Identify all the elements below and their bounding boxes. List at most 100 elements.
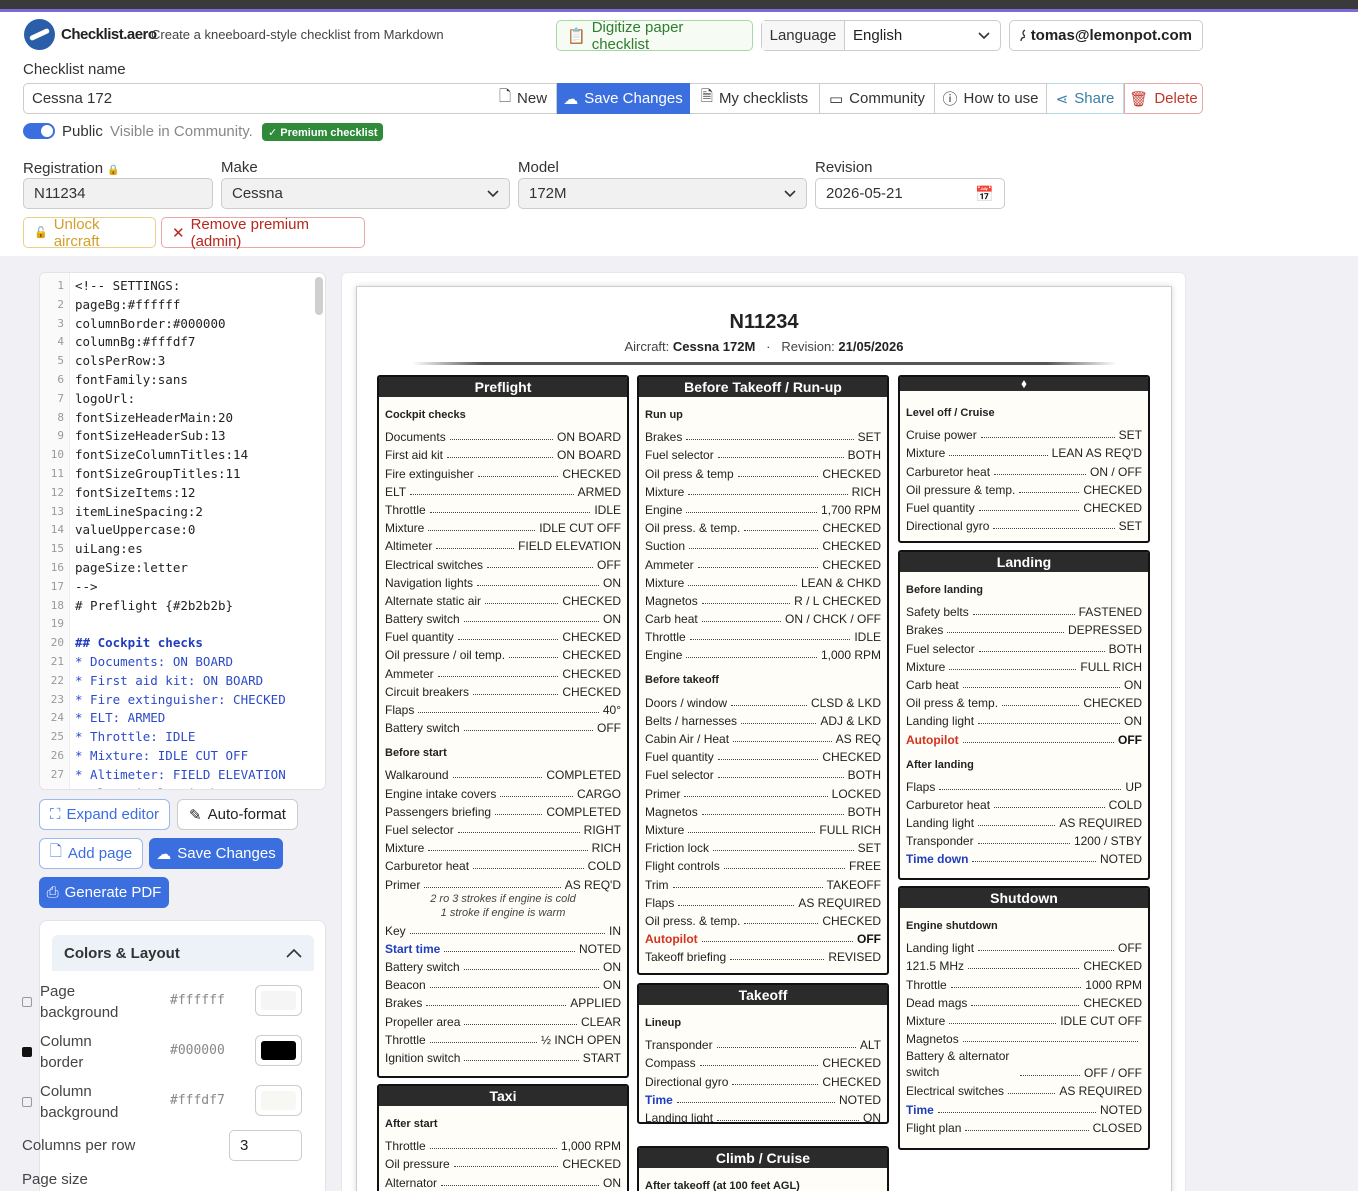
code-text: fontSizeHeaderSub:13: [75, 428, 226, 444]
checklist-item: Throttle ½ INCH OPEN: [379, 1029, 627, 1047]
brand-name: Checklist.aero: [61, 26, 157, 43]
editor-line[interactable]: 2 pageBg:#ffffff: [40, 295, 320, 314]
auto-format-button[interactable]: ✎ Auto-format: [177, 799, 298, 830]
item-value: OFF: [1118, 941, 1142, 956]
save-changes-button[interactable]: ☁ Save Changes: [557, 83, 690, 114]
editor-line[interactable]: 6 fontFamily:sans: [40, 370, 320, 389]
border-swatch[interactable]: [255, 1035, 302, 1066]
editor-line[interactable]: 3 columnBorder:#000000: [40, 314, 320, 333]
code-text: logoUrl:: [75, 390, 136, 406]
checklist-item: Documents ON BOARD: [379, 426, 627, 444]
checklist-item: Throttle IDLE: [639, 626, 887, 644]
editor-line[interactable]: 10 fontSizeColumnTitles:14: [40, 445, 320, 464]
item-value: LEAN AS REQ'D: [1051, 446, 1142, 461]
registration-input[interactable]: N11234: [23, 178, 213, 209]
generate-pdf-button[interactable]: ⎙ Generate PDF: [39, 877, 169, 908]
colors-layout-header[interactable]: Colors & Layout: [52, 935, 314, 971]
group-title: Run up: [645, 409, 683, 421]
unlock-aircraft-button[interactable]: 🔓 Unlock aircraft: [23, 216, 156, 250]
col-bg-swatch[interactable]: [255, 1085, 302, 1116]
item-label: Mixture: [906, 1013, 946, 1028]
editor-line[interactable]: 8 fontSizeHeaderMain:20: [40, 408, 320, 427]
revision-date-input[interactable]: 2026-05-21 📅: [815, 178, 1005, 209]
chevron-down-icon: [784, 189, 796, 197]
editor-line[interactable]: 24 * ELT: ARMED: [40, 708, 320, 727]
item-value: AS REQUIRED: [798, 895, 881, 910]
editor-line[interactable]: 18 # Preflight {#2b2b2b}: [40, 596, 320, 615]
markdown-editor[interactable]: 1 <!-- SETTINGS: 2 pageBg:#ffffff 3 columnBor…: [39, 272, 326, 790]
editor-line[interactable]: 17 -->: [40, 577, 320, 596]
code-text: ## Cockpit checks: [75, 635, 203, 651]
dotted-leader: [949, 455, 1048, 457]
make-select[interactable]: Cessna: [221, 178, 510, 209]
public-toggle[interactable]: [23, 123, 55, 139]
border-checkbox[interactable]: [22, 1047, 32, 1057]
colors-layout-title: Colors & Layout: [64, 944, 180, 962]
item-label: Mixture: [906, 446, 946, 461]
line-number: 8: [57, 410, 64, 424]
editor-line[interactable]: 16 pageSize:letter: [40, 558, 320, 577]
page-bg-swatch[interactable]: [255, 985, 302, 1016]
line-number: 20: [50, 636, 64, 650]
line-number: 13: [50, 504, 64, 518]
user-menu-button[interactable]: tomas@lemonpot.com: [1009, 20, 1203, 51]
brand-logo[interactable]: Checklist.aero: [24, 19, 157, 50]
model-select[interactable]: 172M: [518, 178, 807, 209]
dotted-leader: [732, 1083, 819, 1085]
code-text: * Throttle: IDLE: [75, 729, 196, 745]
language-select[interactable]: Language English: [761, 20, 1001, 51]
checklist-item: Oil press & temp CHECKED: [639, 462, 887, 481]
page-bg-checkbox[interactable]: [22, 997, 32, 1007]
item-value: CLOSED: [1092, 1120, 1142, 1135]
item-label: Carburetor heat: [385, 859, 470, 874]
checklist-name-input[interactable]: Cessna 172: [23, 83, 490, 114]
editor-line[interactable]: 27 * Altimeter: FIELD ELEVATION: [40, 765, 320, 784]
editor-line[interactable]: 12 fontSizeItems:12: [40, 483, 320, 502]
editor-line[interactable]: 13 itemLineSpacing:2: [40, 502, 320, 521]
editor-line[interactable]: 14 valueUppercase:0: [40, 520, 320, 539]
editor-line[interactable]: 20 ## Cockpit checks: [40, 633, 320, 652]
add-page-button[interactable]: 🗋 Add page: [39, 838, 143, 869]
editor-line[interactable]: 1 <!-- SETTINGS:: [40, 276, 320, 295]
checklist-item: Directional gyro CHECKED: [639, 1070, 887, 1089]
lock-icon: 🔒: [107, 165, 120, 176]
doc-revision-label: Revision:: [781, 339, 835, 354]
expand-editor-button[interactable]: ⛶ Expand editor: [39, 799, 170, 830]
dotted-leader: [688, 493, 848, 495]
digitize-button[interactable]: 📋 Digitize paper checklist: [556, 19, 753, 53]
item-value: 1,000 RPM: [560, 1139, 621, 1154]
checklist-item: Oil press & temp. CHECKED: [900, 692, 1148, 710]
community-button[interactable]: ▭ Community: [820, 83, 935, 114]
checklist-item: Dead mags CHECKED: [900, 992, 1148, 1010]
share-button[interactable]: ⋖ Share: [1047, 83, 1124, 114]
col-bg-checkbox[interactable]: [22, 1097, 32, 1107]
editor-line[interactable]: 5 colsPerRow:3: [40, 351, 320, 370]
item-value: CHECKED: [822, 750, 881, 765]
cols-per-row-input[interactable]: 3: [229, 1130, 302, 1161]
editor-line[interactable]: 25 * Throttle: IDLE: [40, 727, 320, 746]
editor-line[interactable]: 28* Electrical switches: OFF: [40, 784, 320, 789]
editor-line[interactable]: 21 * Documents: ON BOARD: [40, 652, 320, 671]
new-button[interactable]: 🗋 New: [490, 83, 557, 114]
editor-line[interactable]: 15 uiLang:es: [40, 539, 320, 558]
border-label-line2: border: [40, 1054, 84, 1071]
my-checklists-button[interactable]: 🗎 My checklists: [690, 83, 820, 114]
trash-icon: 🗑: [1129, 90, 1149, 108]
item-value: CHECKED: [1083, 995, 1142, 1010]
editor-line[interactable]: 22 * First aid kit: ON BOARD: [40, 671, 320, 690]
editor-line[interactable]: 19: [40, 614, 320, 633]
editor-line[interactable]: 7 logoUrl:: [40, 389, 320, 408]
editor-line[interactable]: 11 fontSizeGroupTitles:11: [40, 464, 320, 483]
editor-scrollbar[interactable]: [315, 277, 323, 315]
editor-line[interactable]: 26 * Mixture: IDLE CUT OFF: [40, 746, 320, 765]
editor-line[interactable]: 4 columnBg:#fffdf7: [40, 332, 320, 351]
editor-line[interactable]: 23 * Fire extinguisher: CHECKED: [40, 690, 320, 709]
editor-line[interactable]: 9 fontSizeHeaderSub:13: [40, 426, 320, 445]
delete-button[interactable]: 🗑 Delete: [1124, 83, 1203, 114]
remove-premium-button[interactable]: ✕ Remove premium (admin): [161, 216, 365, 250]
save-label: Save Changes: [584, 90, 683, 107]
dotted-leader: [701, 941, 853, 943]
how-to-use-button[interactable]: ⓘ How to use: [935, 83, 1047, 114]
item-label: Takeoff briefing: [645, 950, 727, 965]
side-save-button[interactable]: ☁ Save Changes: [149, 838, 283, 869]
